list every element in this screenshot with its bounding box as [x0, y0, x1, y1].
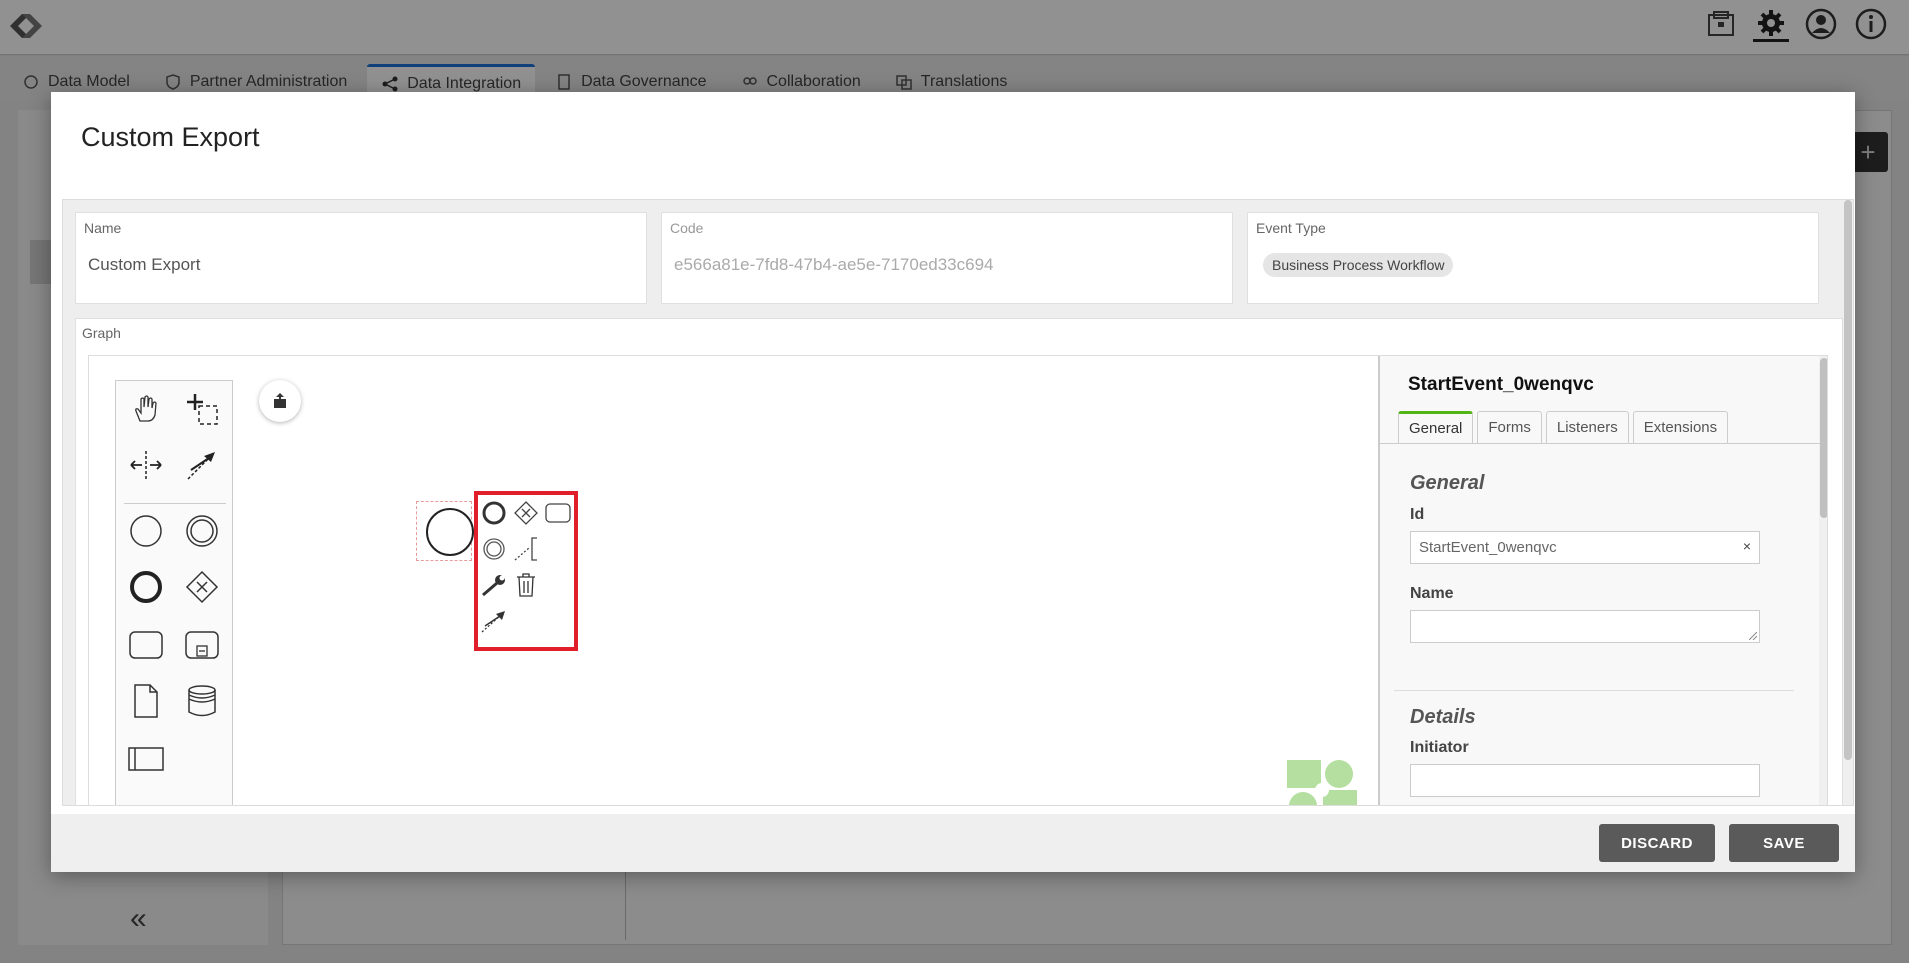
- context-pad: [474, 491, 578, 651]
- lasso-tool-icon[interactable]: [182, 389, 222, 429]
- discard-button[interactable]: DISCARD: [1599, 824, 1715, 862]
- text-annotation-icon[interactable]: [512, 535, 540, 563]
- group-separator: [1394, 690, 1794, 691]
- custom-export-modal: Custom Export Name Custom Export Code e5…: [51, 92, 1855, 872]
- modal-content: Name Custom Export Code e566a81e-7fd8-47…: [62, 199, 1854, 806]
- event-type-field[interactable]: Event Type Business Process Workflow: [1247, 212, 1819, 304]
- append-end-event-icon[interactable]: [480, 499, 508, 527]
- delete-trash-icon[interactable]: [512, 571, 540, 599]
- code-value: e566a81e-7fd8-47b4-ae5e-7170ed33c694: [674, 255, 994, 274]
- properties-scrollbar[interactable]: [1819, 356, 1827, 805]
- event-type-label: Event Type: [1256, 220, 1326, 236]
- group-details-title: Details: [1410, 706, 1476, 728]
- tab-general[interactable]: General: [1398, 411, 1474, 443]
- name-textarea[interactable]: [1410, 610, 1760, 643]
- bpmn-io-watermark-icon[interactable]: [1287, 760, 1357, 806]
- id-input[interactable]: StartEvent_0wenqvc ×: [1410, 531, 1760, 564]
- start-event-icon[interactable]: [126, 511, 166, 551]
- append-task-icon[interactable]: [544, 499, 572, 527]
- tab-extensions[interactable]: Extensions: [1632, 411, 1729, 443]
- pool-icon[interactable]: [126, 739, 166, 779]
- save-button[interactable]: SAVE: [1729, 824, 1839, 862]
- properties-panel: StartEvent_0wenqvc General Forms Listene…: [1378, 356, 1827, 805]
- id-value: StartEvent_0wenqvc: [1419, 539, 1557, 556]
- export-icon: [274, 393, 286, 408]
- space-tool-icon[interactable]: [126, 445, 166, 485]
- data-object-icon[interactable]: [126, 681, 166, 721]
- bpmn-palette: [115, 380, 233, 805]
- modal-footer: DISCARD SAVE: [51, 814, 1855, 872]
- connect-arrow-icon[interactable]: [480, 607, 508, 635]
- gateway-icon[interactable]: [182, 567, 222, 607]
- id-label: Id: [1410, 506, 1425, 523]
- tab-forms[interactable]: Forms: [1477, 411, 1542, 443]
- name-label: Name: [1410, 585, 1454, 602]
- graph-label: Graph: [82, 325, 121, 341]
- intermediate-event-icon[interactable]: [182, 511, 222, 551]
- clear-id-icon[interactable]: ×: [1743, 538, 1751, 554]
- tab-listeners[interactable]: Listeners: [1545, 411, 1629, 443]
- export-diagram-button[interactable]: [259, 380, 301, 422]
- modal-scrollbar[interactable]: [1843, 200, 1853, 805]
- name-label: Name: [84, 220, 122, 236]
- modal-title: Custom Export: [81, 122, 260, 152]
- initiator-label: Initiator: [1410, 739, 1469, 756]
- event-type-chip[interactable]: Business Process Workflow: [1263, 253, 1454, 277]
- tabs-underline: [1380, 443, 1820, 444]
- end-event-icon[interactable]: [126, 567, 166, 607]
- initiator-input[interactable]: [1410, 764, 1760, 797]
- data-store-icon[interactable]: [182, 681, 222, 721]
- hand-tool-icon[interactable]: [126, 389, 166, 429]
- palette-separator: [124, 503, 226, 504]
- global-connect-icon[interactable]: [182, 445, 222, 485]
- name-field[interactable]: Name Custom Export: [75, 212, 647, 304]
- resize-grip-icon[interactable]: [1749, 632, 1757, 640]
- subprocess-icon[interactable]: [182, 625, 222, 665]
- append-intermediate-event-icon[interactable]: [480, 535, 508, 563]
- bpmn-canvas[interactable]: StartEvent_0wenqvc General Forms Listene…: [88, 355, 1828, 806]
- change-type-wrench-icon[interactable]: [480, 571, 508, 599]
- code-label: Code: [670, 220, 704, 236]
- group-general-title: General: [1410, 472, 1485, 494]
- graph-section: Graph StartEvent_0wenqvc General Forms L…: [75, 318, 1843, 806]
- start-event-shape[interactable]: [426, 508, 474, 556]
- code-field: Code e566a81e-7fd8-47b4-ae5e-7170ed33c69…: [661, 212, 1233, 304]
- name-value[interactable]: Custom Export: [88, 255, 200, 275]
- element-title: StartEvent_0wenqvc: [1408, 374, 1594, 395]
- task-icon[interactable]: [126, 625, 166, 665]
- append-gateway-icon[interactable]: [512, 499, 540, 527]
